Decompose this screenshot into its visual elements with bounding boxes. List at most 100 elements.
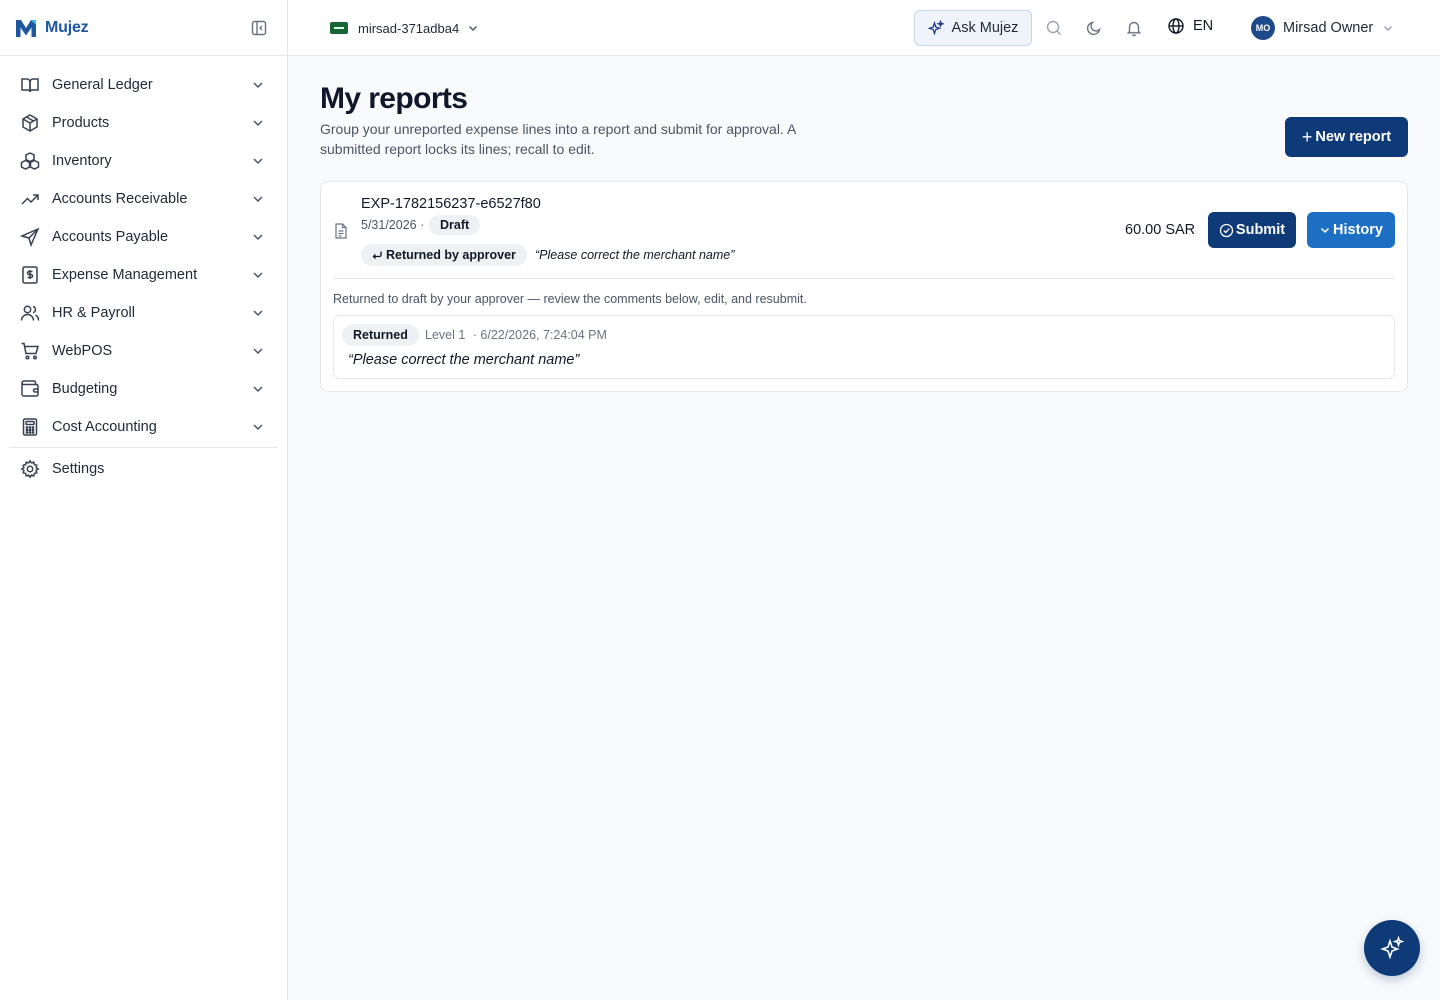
- card-divider: [333, 278, 1395, 279]
- history-label: History: [1333, 222, 1383, 238]
- status-badge: Draft: [429, 215, 481, 235]
- submit-button[interactable]: Submit: [1208, 212, 1296, 248]
- plus-icon: +: [1301, 127, 1313, 147]
- sidebar-item-label: Budgeting: [52, 381, 118, 397]
- trending-up-icon: [21, 194, 39, 205]
- calculator-icon: [22, 418, 38, 436]
- page-title: My reports: [320, 82, 468, 115]
- sidebar-item-expense-management[interactable]: Expense Management: [0, 256, 287, 294]
- sidebar-item-label: HR & Payroll: [52, 305, 135, 321]
- return-note: Returned to draft by your approver — rev…: [333, 292, 807, 306]
- sidebar-item-label: WebPOS: [52, 343, 113, 359]
- chevron-down-icon: [253, 82, 263, 89]
- user-name: Mirsad Owner: [1283, 20, 1374, 36]
- topbar: mirsad-371adba4 Ask Mujez EN MO Mirsad O…: [288, 0, 1440, 56]
- check-circle-icon: [1219, 223, 1234, 237]
- avatar: MO: [1251, 16, 1275, 40]
- search-icon[interactable]: [1045, 19, 1063, 37]
- sparkles-icon: [927, 20, 944, 36]
- language-switcher[interactable]: EN: [1167, 17, 1213, 35]
- chevron-down-icon: [253, 234, 263, 241]
- user-menu[interactable]: MO Mirsad Owner: [1251, 16, 1394, 40]
- sidebar-item-label: General Ledger: [52, 77, 153, 93]
- moon-icon[interactable]: [1085, 19, 1103, 37]
- sidebar-item-accounts-receivable[interactable]: Accounts Receivable: [0, 180, 287, 218]
- sidebar-item-settings[interactable]: Settings: [0, 449, 287, 489]
- history-status-badge: Returned: [342, 324, 419, 346]
- wallet-icon: [21, 380, 39, 397]
- brand-name: Mujez: [45, 18, 89, 36]
- chevron-down-icon: [253, 196, 263, 203]
- new-report-button[interactable]: + New report: [1285, 117, 1408, 157]
- boxes-icon: [20, 152, 40, 170]
- chevron-down-icon: [253, 348, 263, 355]
- saudi-flag-icon: [330, 22, 348, 34]
- sidebar-item-label: Settings: [52, 461, 105, 477]
- new-report-label: New report: [1315, 129, 1392, 145]
- sparkles-icon: [1380, 936, 1404, 960]
- sidebar-item-label: Products: [52, 115, 110, 131]
- sidebar-item-label: Inventory: [52, 153, 112, 169]
- main-content: My reports Group your unreported expense…: [288, 56, 1440, 1000]
- approval-history-entry: Returned Level 1 · 6/22/2026, 7:24:04 PM…: [333, 315, 1395, 379]
- submit-label: Submit: [1235, 222, 1286, 238]
- report-card: EXP-1782156237-e6527f80 5/31/2026 · Draf…: [320, 181, 1408, 392]
- sidebar-item-hr-payroll[interactable]: HR & Payroll: [0, 294, 287, 332]
- ask-mujez-button[interactable]: Ask Mujez: [914, 10, 1032, 46]
- page-description: Group your unreported expense lines into…: [320, 121, 796, 157]
- chevron-down-icon: [1384, 26, 1393, 31]
- language-code: EN: [1193, 18, 1214, 34]
- report-id[interactable]: EXP-1782156237-e6527f80: [361, 196, 541, 212]
- report-amount: 60.00 SAR: [1125, 222, 1196, 238]
- chevron-down-icon: [253, 158, 263, 165]
- sidebar-item-label: Accounts Receivable: [52, 191, 188, 207]
- history-timestamp: · 6/22/2026, 7:24:04 PM: [472, 328, 607, 342]
- returned-badge-label: Returned by approver: [386, 248, 516, 262]
- document-icon: [335, 223, 347, 239]
- sidebar-item-general-ledger[interactable]: General Ledger: [0, 66, 287, 104]
- chevron-down-icon: [253, 386, 263, 393]
- brand-header: Mujez: [0, 0, 287, 56]
- sidebar-nav: General Ledger Products Inventory Accoun…: [0, 56, 287, 489]
- chevron-down-icon: [1320, 227, 1330, 234]
- history-button[interactable]: History: [1307, 212, 1395, 248]
- globe-icon: [1168, 18, 1184, 34]
- sidebar-item-cost-accounting[interactable]: Cost Accounting: [0, 408, 287, 446]
- sidebar-item-budgeting[interactable]: Budgeting: [0, 370, 287, 408]
- history-meta: Level 1 · 6/22/2026, 7:24:04 PM: [425, 328, 607, 342]
- sidebar-item-label: Cost Accounting: [52, 419, 157, 435]
- book-open-icon: [21, 78, 39, 93]
- organization-name: mirsad-371adba4: [358, 20, 460, 36]
- users-icon: [20, 305, 40, 321]
- package-icon: [22, 114, 38, 132]
- returned-badge: Returned by approver: [361, 244, 527, 266]
- sidebar-item-webpos[interactable]: WebPOS: [0, 332, 287, 370]
- collapse-sidebar-icon[interactable]: [250, 19, 268, 37]
- sidebar-item-products[interactable]: Products: [0, 104, 287, 142]
- receipt-icon: [22, 266, 38, 284]
- ask-mujez-label: Ask Mujez: [951, 20, 1019, 36]
- report-date: 5/31/2026 ·: [361, 218, 425, 232]
- mujez-logo-icon[interactable]: [14, 16, 38, 40]
- sidebar-item-inventory[interactable]: Inventory: [0, 142, 287, 180]
- ai-assistant-fab[interactable]: [1364, 920, 1420, 976]
- history-level: Level 1: [425, 328, 466, 342]
- organization-switcher[interactable]: mirsad-371adba4: [322, 15, 487, 41]
- sidebar-item-accounts-payable[interactable]: Accounts Payable: [0, 218, 287, 256]
- chevron-down-icon: [469, 26, 478, 31]
- sidebar-item-label: Expense Management: [52, 267, 198, 283]
- return-arrow-icon: [372, 251, 382, 259]
- sidebar: Mujez General Ledger Products Inventory …: [0, 0, 288, 1000]
- chevron-down-icon: [253, 272, 263, 279]
- sidebar-divider: [9, 447, 278, 448]
- bell-icon[interactable]: [1125, 19, 1143, 37]
- chevron-down-icon: [253, 310, 263, 317]
- cart-icon: [21, 342, 39, 360]
- sidebar-item-label: Accounts Payable: [52, 229, 169, 245]
- gear-icon: [20, 459, 40, 479]
- send-icon: [20, 227, 40, 247]
- return-comment-preview: “Please correct the merchant name”: [535, 248, 735, 262]
- chevron-down-icon: [253, 424, 263, 431]
- history-comment: “Please correct the merchant name”: [348, 352, 580, 368]
- chevron-down-icon: [253, 120, 263, 127]
